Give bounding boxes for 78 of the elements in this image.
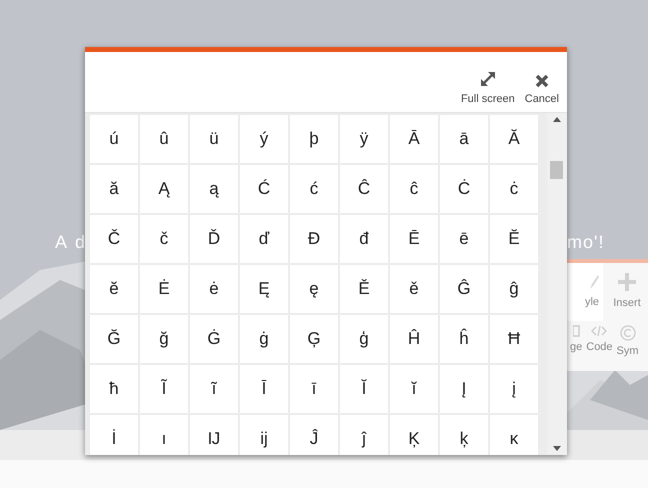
- image-icon: [572, 325, 580, 337]
- symbol-cell[interactable]: ħ: [90, 365, 138, 413]
- symbol-cell[interactable]: û: [140, 115, 188, 163]
- symbol-cell[interactable]: Ċ: [440, 165, 488, 213]
- symbol-cell[interactable]: Ē: [390, 215, 438, 263]
- symbol-cell[interactable]: þ: [290, 115, 338, 163]
- symbol-cell[interactable]: Į: [440, 365, 488, 413]
- symbol-cell[interactable]: ć: [290, 165, 338, 213]
- symbol-cell[interactable]: Ģ: [290, 315, 338, 363]
- cancel-button[interactable]: Cancel: [524, 74, 559, 107]
- symbol-cell[interactable]: ü: [190, 115, 238, 163]
- symbol-cell[interactable]: ĵ: [340, 415, 388, 455]
- symbol-cell[interactable]: ġ: [240, 315, 288, 363]
- heading-text: mo'!: [567, 231, 604, 254]
- symbol-cell[interactable]: ğ: [140, 315, 188, 363]
- symbol-cell[interactable]: ĥ: [440, 315, 488, 363]
- symbol-cell[interactable]: ę: [290, 265, 338, 313]
- scroll-up-icon[interactable]: [553, 117, 561, 122]
- symbol-cell[interactable]: ī: [290, 365, 338, 413]
- symbol-cell[interactable]: Ā: [390, 115, 438, 163]
- symbol-cell[interactable]: İ: [90, 415, 138, 455]
- symbol-cell[interactable]: ā: [440, 115, 488, 163]
- symbol-cell[interactable]: Ě: [340, 265, 388, 313]
- scrollbar[interactable]: [547, 113, 567, 455]
- symbol-cell[interactable]: ą: [190, 165, 238, 213]
- symbol-cell[interactable]: đ: [340, 215, 388, 263]
- symbol-cell[interactable]: Ĳ: [190, 415, 238, 455]
- symbol-cell[interactable]: Ą: [140, 165, 188, 213]
- symbol-cell[interactable]: č: [140, 215, 188, 263]
- heading-text: A d: [55, 231, 88, 254]
- symbol-cell[interactable]: ĕ: [90, 265, 138, 313]
- symbol-cell[interactable]: ď: [240, 215, 288, 263]
- symbol-cell[interactable]: Ď: [190, 215, 238, 263]
- symbol-cell[interactable]: Ĭ: [340, 365, 388, 413]
- symbol-cell[interactable]: ý: [240, 115, 288, 163]
- symbol-cell[interactable]: ĳ: [240, 415, 288, 455]
- symbol-cell[interactable]: ĉ: [390, 165, 438, 213]
- close-icon: [534, 74, 549, 88]
- symbol-cell[interactable]: į: [490, 365, 538, 413]
- symbol-cell[interactable]: Ĕ: [490, 215, 538, 263]
- symbol-cell[interactable]: Ġ: [190, 315, 238, 363]
- symbol-cell[interactable]: Č: [90, 215, 138, 263]
- symbol-cell[interactable]: ÿ: [340, 115, 388, 163]
- symbol-cell[interactable]: Ė: [140, 265, 188, 313]
- symbol-cell[interactable]: ě: [390, 265, 438, 313]
- symbol-cell[interactable]: Ħ: [490, 315, 538, 363]
- symbol-cell[interactable]: ģ: [340, 315, 388, 363]
- symbol-cell[interactable]: Ī: [240, 365, 288, 413]
- scroll-thumb[interactable]: [550, 161, 563, 179]
- pencil-icon: [589, 274, 599, 290]
- symbol-cell[interactable]: Ĉ: [340, 165, 388, 213]
- symbol-cell[interactable]: ē: [440, 215, 488, 263]
- scroll-down-icon[interactable]: [553, 446, 561, 451]
- symbol-cell[interactable]: ė: [190, 265, 238, 313]
- symbol-cell[interactable]: ĸ: [490, 415, 538, 455]
- symbol-cell[interactable]: Ă: [490, 115, 538, 163]
- symbol-cell[interactable]: Ğ: [90, 315, 138, 363]
- symbol-cell[interactable]: Ę: [240, 265, 288, 313]
- fullscreen-button[interactable]: Full screen: [460, 70, 515, 107]
- symbol-cell[interactable]: ĩ: [190, 365, 238, 413]
- symbol-cell[interactable]: Ĵ: [290, 415, 338, 455]
- symbol-cell[interactable]: ķ: [440, 415, 488, 455]
- plus-icon: [618, 272, 636, 291]
- symbol-cell[interactable]: ú: [90, 115, 138, 163]
- symbol-cell[interactable]: Ĝ: [440, 265, 488, 313]
- symbol-cell[interactable]: ĝ: [490, 265, 538, 313]
- symbol-cell[interactable]: ĭ: [390, 365, 438, 413]
- symbol-cell[interactable]: Ć: [240, 165, 288, 213]
- copyright-icon: [620, 325, 636, 341]
- symbol-cell[interactable]: ċ: [490, 165, 538, 213]
- symbol-cell[interactable]: ă: [90, 165, 138, 213]
- symbol-cell[interactable]: Ĩ: [140, 365, 188, 413]
- code-icon: [591, 325, 608, 337]
- expand-icon: [478, 70, 497, 88]
- symbol-cell[interactable]: Đ: [290, 215, 338, 263]
- symbol-cell[interactable]: Ĥ: [390, 315, 438, 363]
- symbol-cell[interactable]: Ķ: [390, 415, 438, 455]
- symbol-cell[interactable]: ı: [140, 415, 188, 455]
